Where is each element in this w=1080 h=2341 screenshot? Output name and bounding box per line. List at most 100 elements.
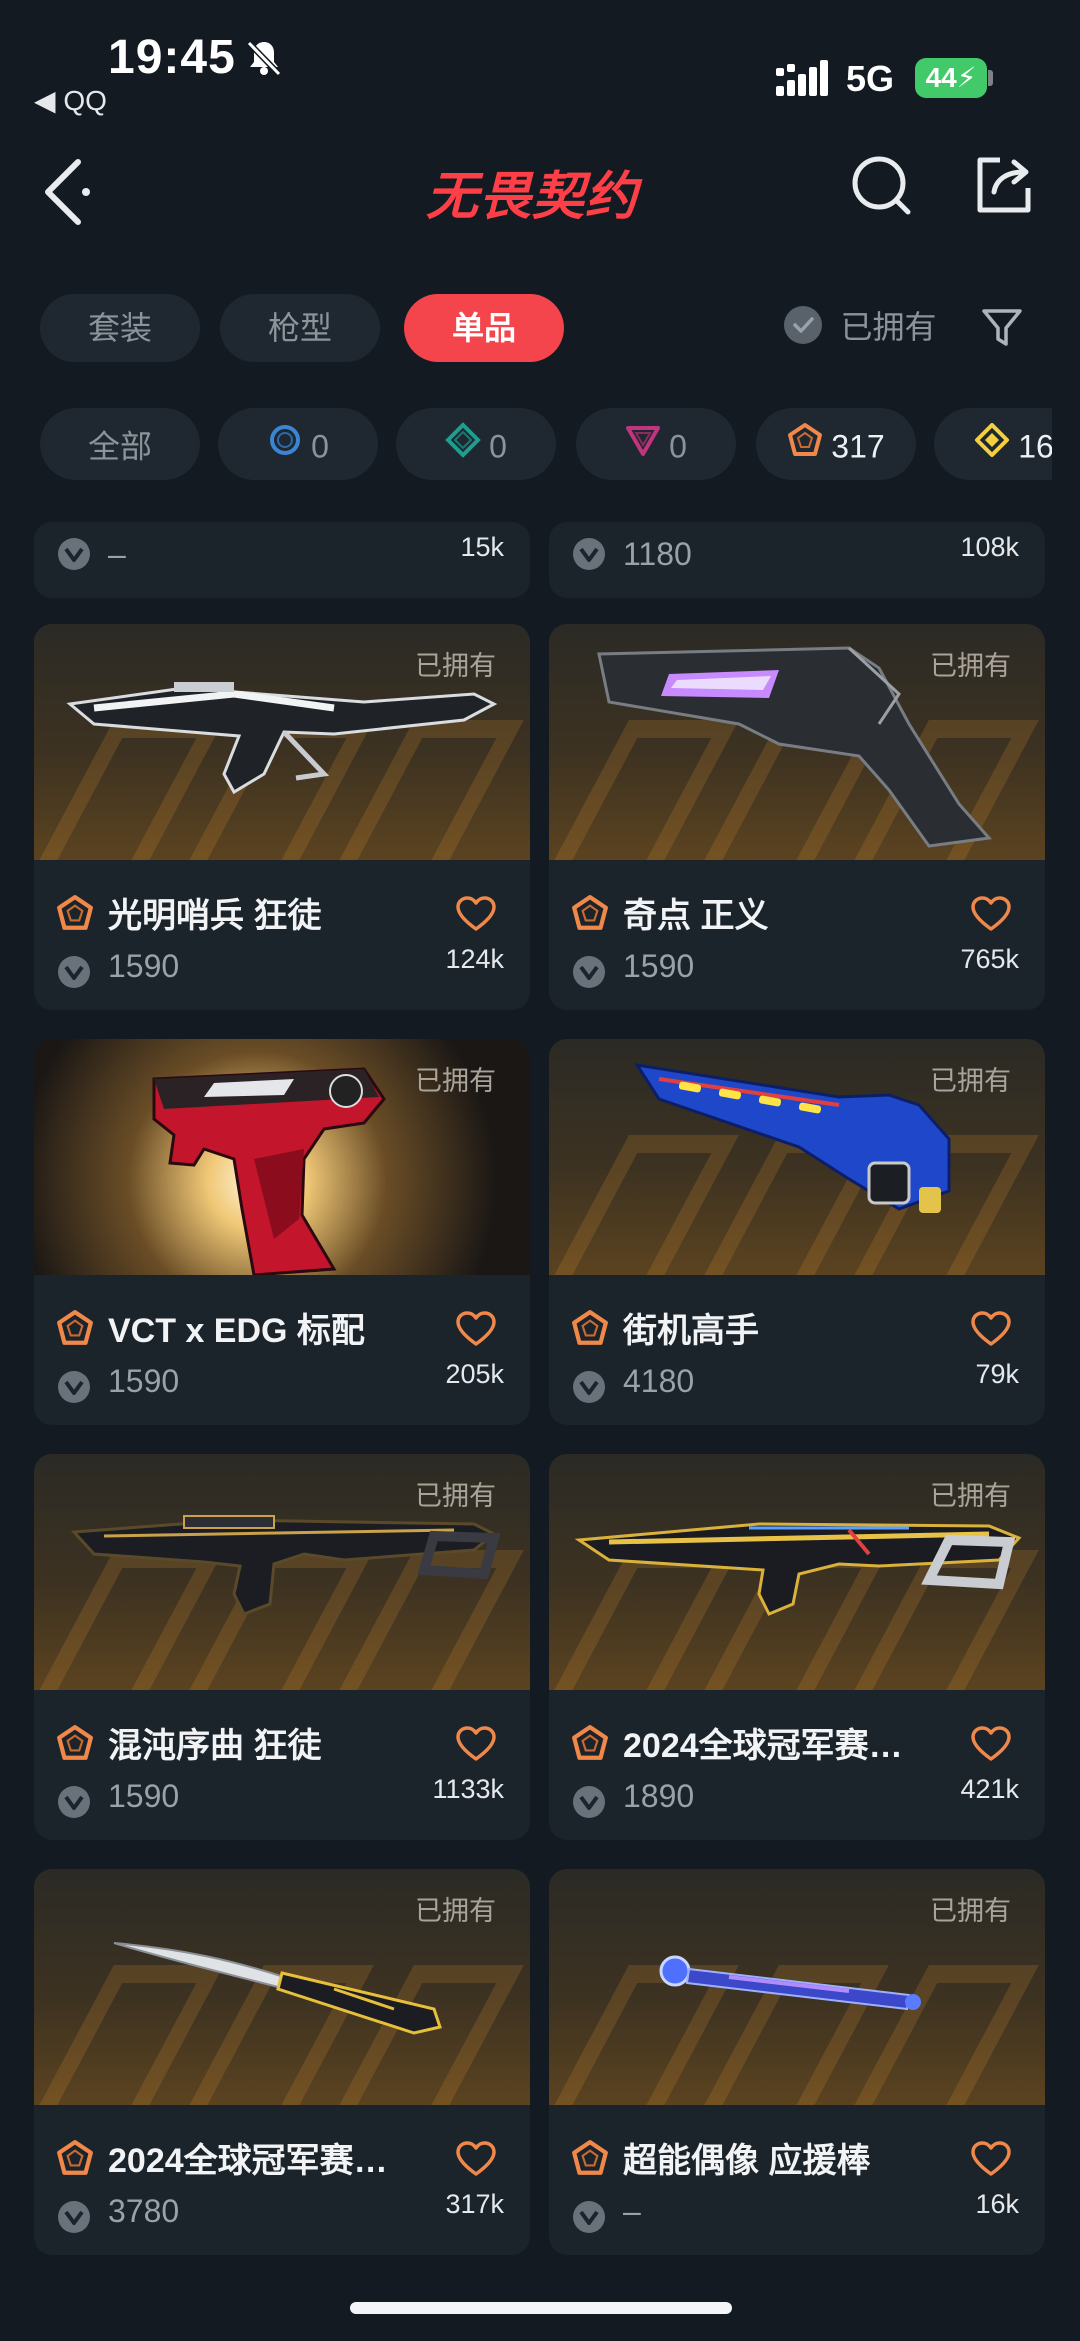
item-name: 光明哨兵 狂徒 bbox=[108, 897, 322, 935]
vp-currency-icon bbox=[56, 954, 92, 995]
tab-weapon-types[interactable]: 枪型 bbox=[220, 294, 380, 362]
ultra-tier-icon bbox=[974, 411, 1010, 480]
chip-select-tier[interactable]: 0 bbox=[218, 408, 378, 480]
item-name: VCT x EDG 标配 bbox=[108, 1312, 365, 1350]
battery-tip bbox=[988, 70, 993, 86]
heart-icon[interactable] bbox=[971, 1726, 1011, 1767]
item-likes: 108k bbox=[960, 532, 1019, 562]
select-tier-icon bbox=[267, 411, 303, 480]
bell-muted-icon bbox=[244, 38, 284, 83]
tab-single-items[interactable]: 单品 bbox=[404, 294, 564, 362]
item-likes: 421k bbox=[960, 1774, 1019, 1804]
exclusive-tier-icon bbox=[56, 1309, 94, 1352]
heart-icon[interactable] bbox=[971, 2141, 1011, 2182]
item-likes: 124k bbox=[445, 944, 504, 974]
item-card-partial[interactable]: 1180 108k bbox=[549, 522, 1045, 598]
share-icon bbox=[977, 157, 1031, 213]
share-button[interactable] bbox=[972, 154, 1032, 216]
back-to-app-link[interactable]: ◀ QQ bbox=[34, 84, 107, 117]
vp-currency-icon bbox=[571, 2199, 607, 2240]
vp-currency-icon bbox=[56, 536, 92, 577]
exclusive-tier-icon bbox=[56, 2139, 94, 2182]
exclusive-tier-icon bbox=[571, 1724, 609, 1767]
owned-badge: 已拥有 bbox=[415, 1066, 496, 1096]
item-card[interactable]: 已拥有 2024全球冠军赛… 3780 317k bbox=[34, 1869, 530, 2255]
tab-bundles[interactable]: 套装 bbox=[40, 294, 200, 362]
exclusive-tier-icon bbox=[571, 2139, 609, 2182]
item-card[interactable]: 已拥有 奇点 正义 1590 765k bbox=[549, 624, 1045, 1010]
item-card[interactable]: 已拥有 VCT x EDG 标配 1590 205k bbox=[34, 1039, 530, 1425]
network-type: 5G bbox=[846, 58, 895, 99]
exclusive-tier-icon bbox=[56, 894, 94, 937]
heart-icon[interactable] bbox=[456, 1726, 496, 1767]
item-price: – bbox=[623, 2193, 641, 2229]
item-price: 1590 bbox=[108, 948, 180, 984]
item-price: 1180 bbox=[623, 536, 692, 572]
chip-deluxe-tier[interactable]: 0 bbox=[396, 408, 556, 480]
chip-exclusive-tier[interactable]: 317 bbox=[756, 408, 916, 480]
status-time: 19:45 bbox=[108, 31, 236, 84]
item-price: 1890 bbox=[623, 1778, 695, 1814]
item-price: 3780 bbox=[108, 2193, 180, 2229]
filter-funnel-icon bbox=[982, 309, 1022, 346]
item-price: 1590 bbox=[623, 948, 695, 984]
item-card[interactable]: 已拥有 混沌序曲 狂徒 1590 1133k bbox=[34, 1454, 530, 1840]
item-likes: 317k bbox=[445, 2189, 504, 2219]
exclusive-tier-icon bbox=[571, 1309, 609, 1352]
chip-label: 全部 bbox=[87, 428, 152, 465]
item-likes: 79k bbox=[975, 1359, 1019, 1389]
vp-currency-icon bbox=[56, 1369, 92, 1410]
chip-all[interactable]: 全部 bbox=[40, 408, 200, 480]
item-card[interactable]: 已拥有 2024全球冠军赛… 1890 421k bbox=[549, 1454, 1045, 1840]
item-name: 奇点 正义 bbox=[623, 897, 769, 935]
exclusive-tier-icon bbox=[56, 1724, 94, 1767]
item-price: 1590 bbox=[108, 1778, 180, 1814]
search-icon bbox=[852, 156, 911, 215]
owned-badge: 已拥有 bbox=[930, 1066, 1011, 1096]
heart-icon[interactable] bbox=[971, 896, 1011, 937]
item-likes: 1133k bbox=[432, 1774, 504, 1804]
vp-currency-icon bbox=[571, 954, 607, 995]
filter-button[interactable] bbox=[980, 306, 1024, 350]
exclusive-tier-icon bbox=[787, 411, 823, 480]
item-name: 2024全球冠军赛… bbox=[623, 1727, 903, 1765]
owned-filter-toggle[interactable]: 已拥有 bbox=[784, 302, 936, 348]
signal-icon bbox=[776, 60, 830, 105]
vp-currency-icon bbox=[571, 1784, 607, 1825]
heart-icon[interactable] bbox=[456, 1311, 496, 1352]
chip-count: 0 bbox=[311, 428, 329, 465]
deluxe-tier-icon bbox=[445, 411, 481, 480]
battery-indicator: 44⚡ bbox=[915, 58, 987, 98]
chip-premium-tier[interactable]: 0 bbox=[576, 408, 736, 480]
battery-level: 44 bbox=[925, 62, 957, 93]
premium-tier-icon bbox=[625, 411, 661, 480]
owned-badge: 已拥有 bbox=[930, 1481, 1011, 1511]
item-price: – bbox=[108, 536, 126, 572]
owned-badge: 已拥有 bbox=[930, 1896, 1011, 1926]
vp-currency-icon bbox=[56, 2199, 92, 2240]
home-indicator[interactable] bbox=[350, 2302, 732, 2314]
check-circle-icon bbox=[784, 306, 822, 344]
item-likes: 16k bbox=[975, 2189, 1019, 2219]
item-likes: 765k bbox=[960, 944, 1019, 974]
heart-icon[interactable] bbox=[456, 2141, 496, 2182]
item-card[interactable]: 已拥有 街机高手 4180 79k bbox=[549, 1039, 1045, 1425]
exclusive-tier-icon bbox=[571, 894, 609, 937]
item-name: 混沌序曲 狂徒 bbox=[108, 1727, 322, 1765]
back-button[interactable] bbox=[38, 154, 98, 230]
item-card-partial[interactable]: – 15k bbox=[34, 522, 530, 598]
owned-badge: 已拥有 bbox=[415, 651, 496, 681]
item-price: 1590 bbox=[108, 1363, 180, 1399]
item-name: 2024全球冠军赛… bbox=[108, 2142, 388, 2180]
chip-count: 0 bbox=[669, 428, 687, 465]
item-card[interactable]: 已拥有 光明哨兵 狂徒 1590 124k bbox=[34, 624, 530, 1010]
chip-ultra-tier[interactable]: 16 bbox=[934, 408, 1052, 480]
item-price: 4180 bbox=[623, 1363, 695, 1399]
page-title: 无畏契约 bbox=[426, 168, 639, 226]
heart-icon[interactable] bbox=[456, 896, 496, 937]
item-likes: 205k bbox=[445, 1359, 504, 1389]
heart-icon[interactable] bbox=[971, 1311, 1011, 1352]
search-button[interactable] bbox=[850, 154, 914, 218]
item-card[interactable]: 已拥有 超能偶像 应援棒 – 16k bbox=[549, 1869, 1045, 2255]
vp-currency-icon bbox=[571, 536, 607, 577]
